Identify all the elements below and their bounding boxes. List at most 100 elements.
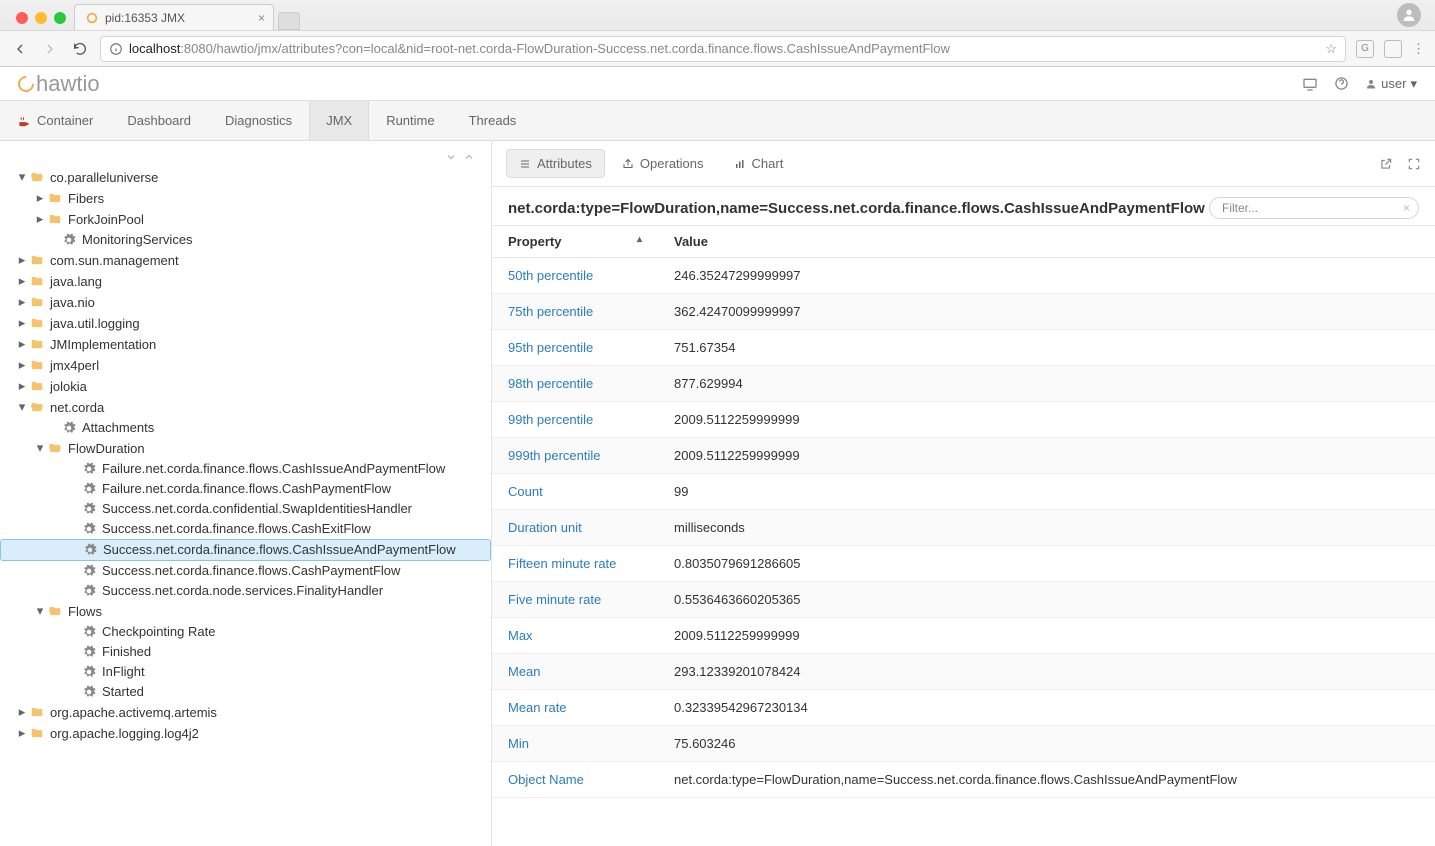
column-value[interactable]: Value (662, 226, 1435, 258)
tree-node-inflight[interactable]: InFlight (0, 662, 491, 682)
tree-node-java-nio[interactable]: ▸java.nio (0, 292, 491, 313)
tree-node-org-apache-logging-log4j2[interactable]: ▸org.apache.logging.log4j2 (0, 723, 491, 744)
table-row[interactable]: 75th percentile362.42470099999997 (492, 294, 1435, 330)
window-close-icon[interactable] (16, 12, 28, 24)
table-row[interactable]: 999th percentile2009.5112259999999 (492, 438, 1435, 474)
collapse-all-icon[interactable] (463, 151, 475, 163)
filter-input[interactable]: Filter... × (1209, 197, 1419, 219)
tree-node-java-util-logging[interactable]: ▸java.util.logging (0, 313, 491, 334)
attr-key[interactable]: Mean (492, 654, 662, 690)
attr-key[interactable]: 95th percentile (492, 330, 662, 366)
tree-node-net-corda[interactable]: ▾net.corda (0, 397, 491, 418)
table-row[interactable]: 95th percentile751.67354 (492, 330, 1435, 366)
tree-node-fd-failure-cashpayment[interactable]: Failure.net.corda.finance.flows.CashPaym… (0, 479, 491, 499)
new-tab-button[interactable] (278, 12, 300, 30)
chevron-right-icon: ▸ (16, 315, 28, 331)
tree-node-fd-success-cashexit[interactable]: Success.net.corda.finance.flows.CashExit… (0, 519, 491, 539)
tree-node-java-lang[interactable]: ▸java.lang (0, 271, 491, 292)
tree-node-monitoringservices[interactable]: MonitoringServices (0, 230, 491, 250)
tree-node-fd-failure-cashissueandpayment[interactable]: Failure.net.corda.finance.flows.CashIssu… (0, 459, 491, 479)
extension-box-icon[interactable] (1384, 40, 1402, 58)
help-icon[interactable] (1334, 76, 1349, 91)
table-row[interactable]: Fifteen minute rate0.8035079691286605 (492, 546, 1435, 582)
bookmark-star-icon[interactable]: ☆ (1325, 41, 1337, 57)
tab-container[interactable]: Container (0, 101, 110, 140)
filter-clear-icon[interactable]: × (1403, 201, 1410, 215)
tab-jmx[interactable]: JMX (309, 101, 369, 140)
tree-node-forkjoinpool[interactable]: ▸ForkJoinPool (0, 209, 491, 230)
tab-dashboard[interactable]: Dashboard (110, 101, 208, 140)
attr-key[interactable]: Fifteen minute rate (492, 546, 662, 582)
url-input[interactable]: localhost:8080/hawtio/jmx/attributes?con… (100, 36, 1346, 62)
tree-node-fd-success-finalityhandler[interactable]: Success.net.corda.node.services.Finality… (0, 581, 491, 601)
tree-node-org-apache-activemq-artemis[interactable]: ▸org.apache.activemq.artemis (0, 702, 491, 723)
tree-node-jolokia[interactable]: ▸jolokia (0, 376, 491, 397)
tree-node-fd-success-cashissueandpayment[interactable]: Success.net.corda.finance.flows.CashIssu… (0, 539, 491, 561)
folder-icon (30, 379, 44, 393)
user-menu[interactable]: user ▾ (1365, 76, 1417, 92)
tab-diagnostics[interactable]: Diagnostics (208, 101, 309, 140)
table-row[interactable]: Count99 (492, 474, 1435, 510)
tab-close-icon[interactable]: × (258, 11, 265, 25)
table-row[interactable]: Mean rate0.32339542967230134 (492, 690, 1435, 726)
window-minimize-icon[interactable] (35, 12, 47, 24)
table-row[interactable]: 50th percentile246.35247299999997 (492, 258, 1435, 294)
site-info-icon[interactable] (109, 42, 123, 56)
attr-key[interactable]: Mean rate (492, 690, 662, 726)
attr-key[interactable]: Five minute rate (492, 582, 662, 618)
tree-node-jmimplementation[interactable]: ▸JMImplementation (0, 334, 491, 355)
tree-node-flowduration[interactable]: ▾FlowDuration (0, 438, 491, 459)
attr-key[interactable]: 50th percentile (492, 258, 662, 294)
table-row[interactable]: Duration unitmilliseconds (492, 510, 1435, 546)
tree-node-fd-success-swapidentities[interactable]: Success.net.corda.confidential.SwapIdent… (0, 499, 491, 519)
table-row[interactable]: Mean293.12339201078424 (492, 654, 1435, 690)
tree-node-finished[interactable]: Finished (0, 642, 491, 662)
window-maximize-icon[interactable] (54, 12, 66, 24)
browser-reload-button[interactable] (70, 41, 90, 57)
profile-avatar-icon[interactable] (1397, 3, 1421, 27)
subtab-operations[interactable]: Operations (609, 149, 717, 178)
brand-logo[interactable]: hawtio (18, 71, 100, 97)
external-link-icon[interactable] (1379, 157, 1393, 171)
browser-menu-icon[interactable]: ⋮ (1412, 41, 1425, 57)
table-row[interactable]: 98th percentile877.629994 (492, 366, 1435, 402)
attr-key[interactable]: Count (492, 474, 662, 510)
browser-tab[interactable]: pid:16353 JMX × (74, 4, 274, 30)
tree-node-checkpointing-rate[interactable]: Checkpointing Rate (0, 622, 491, 642)
attr-key[interactable]: 98th percentile (492, 366, 662, 402)
fullscreen-icon[interactable] (1407, 157, 1421, 171)
desktop-view-icon[interactable] (1302, 77, 1318, 91)
tree-node-com-sun-management[interactable]: ▸com.sun.management (0, 250, 491, 271)
folder-icon (30, 726, 44, 740)
table-row[interactable]: Five minute rate0.5536463660205365 (492, 582, 1435, 618)
tree-node-started[interactable]: Started (0, 682, 491, 702)
attr-key[interactable]: Min (492, 726, 662, 762)
browser-forward-button[interactable] (40, 41, 60, 57)
table-row[interactable]: Object Namenet.corda:type=FlowDuration,n… (492, 762, 1435, 798)
tree-node-flows[interactable]: ▾Flows (0, 601, 491, 622)
tree-node-fd-success-cashpayment[interactable]: Success.net.corda.finance.flows.CashPaym… (0, 561, 491, 581)
attr-key[interactable]: 75th percentile (492, 294, 662, 330)
table-row[interactable]: Max2009.5112259999999 (492, 618, 1435, 654)
tab-runtime[interactable]: Runtime (369, 101, 451, 140)
tree-node-co-paralleluniverse[interactable]: ▾co.paralleluniverse (0, 167, 491, 188)
extension-g-icon[interactable]: G (1356, 40, 1374, 58)
subtab-attributes[interactable]: Attributes (506, 149, 605, 178)
attr-key[interactable]: 999th percentile (492, 438, 662, 474)
column-property[interactable]: Property▴ (492, 226, 662, 258)
folder-icon (30, 253, 44, 267)
attr-key[interactable]: Object Name (492, 762, 662, 798)
subtab-chart[interactable]: Chart (721, 149, 797, 178)
attr-key[interactable]: Duration unit (492, 510, 662, 546)
expand-all-icon[interactable] (445, 151, 457, 163)
tab-threads[interactable]: Threads (452, 101, 534, 140)
attr-value: 246.35247299999997 (662, 258, 1435, 294)
tree-node-fibers[interactable]: ▸Fibers (0, 188, 491, 209)
attr-key[interactable]: 99th percentile (492, 402, 662, 438)
tree-node-jmx4perl[interactable]: ▸jmx4perl (0, 355, 491, 376)
attr-key[interactable]: Max (492, 618, 662, 654)
table-row[interactable]: Min75.603246 (492, 726, 1435, 762)
browser-back-button[interactable] (10, 41, 30, 57)
tree-node-attachments[interactable]: Attachments (0, 418, 491, 438)
table-row[interactable]: 99th percentile2009.5112259999999 (492, 402, 1435, 438)
